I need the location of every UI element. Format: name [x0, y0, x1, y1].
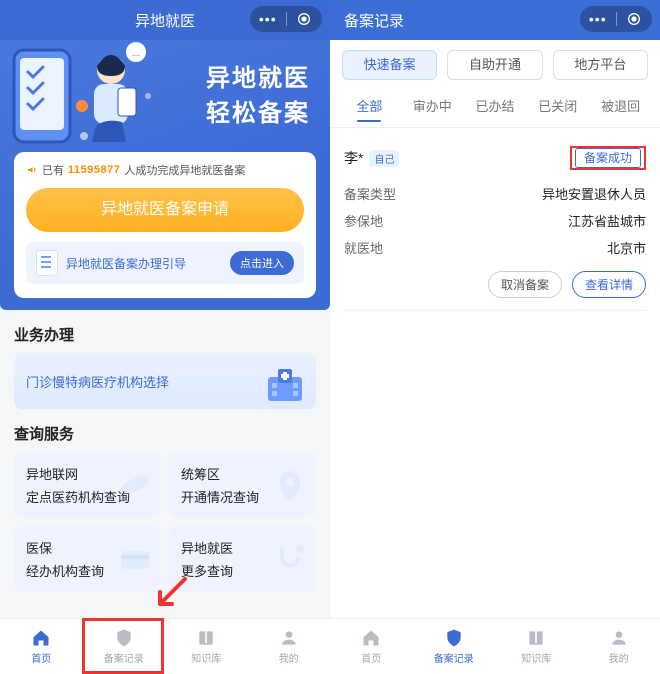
subtab-closed[interactable]: 已关闭 — [526, 90, 589, 121]
pill-icon — [115, 465, 155, 505]
tile-agency-query[interactable]: 医保 经办机构查询 — [14, 526, 161, 592]
subtab-returned[interactable]: 被退回 — [589, 90, 652, 121]
row-record-type: 备案类型异地安置退休人员 — [344, 180, 646, 207]
tab-home[interactable]: 首页 — [0, 619, 83, 674]
shield-icon — [444, 628, 464, 648]
sub-tabs: 全部 审办中 已办结 已关闭 被退回 — [330, 90, 660, 127]
tab-records[interactable]: 备案记录 — [413, 619, 496, 674]
red-arrow-icon — [150, 574, 190, 614]
tile-more-query[interactable]: 异地就医 更多查询 — [169, 526, 316, 592]
home-icon — [361, 628, 381, 648]
person-icon — [609, 628, 629, 648]
hero-banner: ... 异地就医 轻松备案 已有 11595877 人成功完成异地就医备案 异地… — [0, 40, 330, 310]
header-title: 异地就医 — [135, 10, 195, 31]
shield-icon — [114, 628, 134, 648]
header: 备案记录 ••• — [330, 0, 660, 40]
subtab-all[interactable]: 全部 — [338, 90, 401, 121]
row-medical-place: 就医地北京市 — [344, 234, 646, 261]
close-icon[interactable] — [287, 11, 323, 27]
tab-self-open[interactable]: 自助开通 — [447, 50, 542, 80]
phone-person-illustration: ... — [6, 40, 156, 146]
count-number: 11595877 — [68, 164, 120, 176]
more-icon[interactable]: ••• — [250, 11, 286, 27]
card-icon — [115, 539, 155, 579]
cancel-record-button[interactable]: 取消备案 — [488, 271, 562, 298]
count-card: 已有 11595877 人成功完成异地就医备案 异地就医备案申请 异地就医备案办… — [14, 152, 316, 298]
status-badge: 备案成功 — [575, 148, 641, 168]
mini-program-capsule[interactable]: ••• — [250, 6, 322, 32]
tab-records[interactable]: 备案记录 — [83, 619, 166, 674]
section-title-query: 查询服务 — [0, 409, 330, 452]
book-icon — [196, 628, 216, 648]
section-title-biz: 业务办理 — [0, 310, 330, 353]
header-title: 备案记录 — [344, 10, 404, 31]
tab-knowledge[interactable]: 知识库 — [165, 619, 248, 674]
tab-bar: 首页 备案记录 知识库 我的 — [330, 618, 660, 674]
subtab-processing[interactable]: 审办中 — [401, 90, 464, 121]
tile-network-hospital-query[interactable]: 异地联网 定点医药机构查询 — [14, 452, 161, 518]
home-icon — [31, 628, 51, 648]
close-icon[interactable] — [617, 11, 653, 27]
record-name: 李* 自己 — [344, 148, 399, 168]
location-icon — [270, 465, 310, 505]
row-insured-place: 参保地江苏省盐城市 — [344, 207, 646, 234]
tab-local-platform[interactable]: 地方平台 — [553, 50, 648, 80]
self-tag: 自己 — [369, 150, 399, 167]
subtab-done[interactable]: 已办结 — [464, 90, 527, 121]
red-highlight-status: 备案成功 — [570, 146, 646, 170]
tab-quick-record[interactable]: 快速备案 — [342, 50, 437, 80]
hospital-icon — [264, 363, 306, 405]
tab-mine[interactable]: 我的 — [248, 619, 331, 674]
svg-text:...: ... — [132, 48, 140, 59]
book-icon — [526, 628, 546, 648]
guide-text: 异地就医备案办理引导 — [66, 255, 222, 272]
stethoscope-icon — [270, 539, 310, 579]
view-detail-button[interactable]: 查看详情 — [572, 271, 646, 298]
header: 异地就医 ••• — [0, 0, 330, 40]
document-icon — [36, 250, 58, 276]
tab-bar: 首页 备案记录 知识库 我的 — [0, 618, 330, 674]
guide-row[interactable]: 异地就医备案办理引导 点击进入 — [26, 242, 304, 284]
mini-program-capsule[interactable]: ••• — [580, 6, 652, 32]
apply-button[interactable]: 异地就医备案申请 — [26, 188, 304, 232]
right-screen: 备案记录 ••• 快速备案 自助开通 地方平台 全部 审办中 已办结 已关闭 被… — [330, 0, 660, 674]
more-icon[interactable]: ••• — [580, 11, 616, 27]
person-icon — [279, 628, 299, 648]
record-card: 李* 自己 备案成功 备案类型异地安置退休人员 参保地江苏省盐城市 就医地北京市… — [330, 136, 660, 311]
top-tabs: 快速备案 自助开通 地方平台 — [330, 40, 660, 90]
tab-home[interactable]: 首页 — [330, 619, 413, 674]
guide-enter-button[interactable]: 点击进入 — [230, 251, 294, 275]
left-screen: 异地就医 ••• ... — [0, 0, 330, 674]
tab-mine[interactable]: 我的 — [578, 619, 660, 674]
tile-region-open-query[interactable]: 统筹区 开通情况查询 — [169, 452, 316, 518]
volume-icon — [26, 164, 38, 176]
tab-knowledge[interactable]: 知识库 — [495, 619, 578, 674]
tile-outpatient-chronic[interactable]: 门诊慢特病医疗机构选择 — [14, 353, 316, 409]
